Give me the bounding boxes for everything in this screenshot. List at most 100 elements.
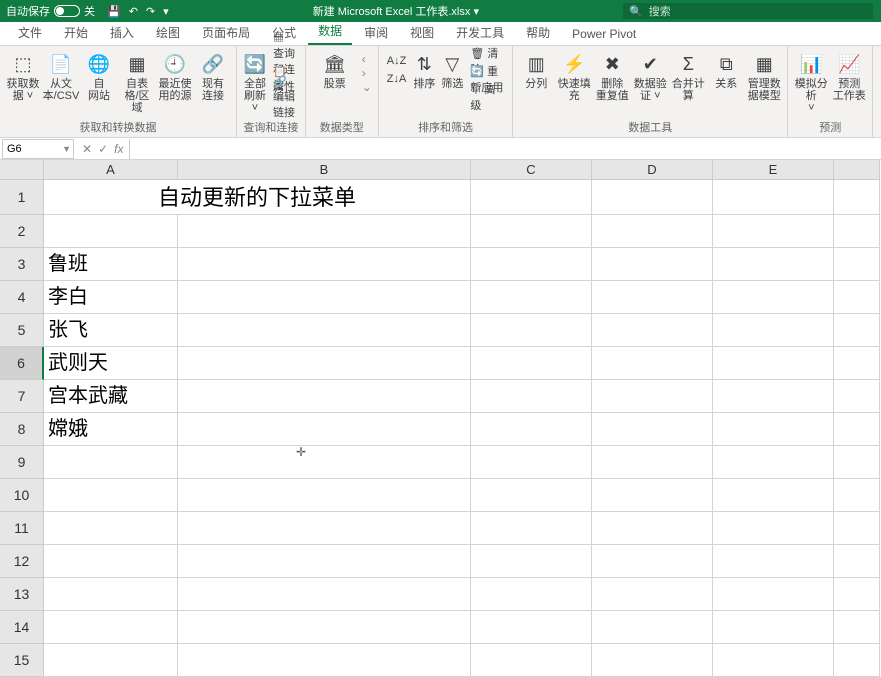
row-header[interactable]: 11 (0, 512, 44, 545)
cell[interactable] (592, 347, 713, 380)
row-header[interactable]: 7 (0, 380, 44, 413)
cell[interactable] (178, 347, 471, 380)
row-header[interactable]: 5 (0, 314, 44, 347)
cell[interactable] (178, 611, 471, 644)
datatool-btn-6[interactable]: ▦管理数据模型 (747, 48, 781, 102)
cell[interactable] (471, 215, 592, 248)
cell[interactable] (713, 479, 834, 512)
cell[interactable]: 宫本武藏 (44, 380, 178, 413)
cell[interactable] (713, 248, 834, 281)
col-header[interactable]: E (713, 160, 834, 180)
tab-开始[interactable]: 开始 (54, 20, 98, 45)
spreadsheet-grid[interactable]: A B C D E 1自动更新的下拉菜单23鲁班4李白5张飞6武则天7宫本武藏8… (0, 160, 881, 677)
cell[interactable] (592, 479, 713, 512)
cell[interactable] (834, 479, 880, 512)
select-all-corner[interactable] (0, 160, 44, 180)
cell[interactable] (834, 180, 880, 215)
cell[interactable] (44, 512, 178, 545)
get-data-btn-1[interactable]: 📄从文本/CSV (44, 48, 78, 102)
cell[interactable] (471, 512, 592, 545)
cell[interactable] (471, 314, 592, 347)
cell[interactable] (592, 215, 713, 248)
sort-button[interactable]: ⇅ 排序 (412, 48, 436, 90)
fx-icon[interactable]: fx (114, 142, 123, 156)
cell[interactable] (713, 512, 834, 545)
cell[interactable] (44, 545, 178, 578)
row-header[interactable]: 1 (0, 180, 44, 215)
cell[interactable] (44, 446, 178, 479)
cell[interactable] (178, 215, 471, 248)
datatool-btn-0[interactable]: ▥分列 (519, 48, 553, 90)
datatool-btn-2[interactable]: ✖删除重复值 (595, 48, 629, 102)
cell[interactable]: 张飞 (44, 314, 178, 347)
row-header[interactable]: 10 (0, 479, 44, 512)
cell[interactable] (713, 413, 834, 446)
cell[interactable] (834, 545, 880, 578)
cell[interactable] (178, 314, 471, 347)
filter-button[interactable]: ▽ 筛选 (440, 48, 464, 90)
col-header[interactable]: B (178, 160, 471, 180)
row-header[interactable]: 8 (0, 413, 44, 446)
cell[interactable] (834, 314, 880, 347)
cell[interactable] (44, 611, 178, 644)
tab-开发工具[interactable]: 开发工具 (446, 20, 514, 45)
cell[interactable] (834, 512, 880, 545)
cell[interactable] (834, 446, 880, 479)
filter-option-2[interactable]: ▽ 高级 (468, 88, 506, 106)
chevron-down-icon[interactable]: ▼ (62, 144, 71, 154)
tab-帮助[interactable]: 帮助 (516, 20, 560, 45)
row-header[interactable]: 4 (0, 281, 44, 314)
formula-input[interactable] (129, 139, 881, 159)
col-header[interactable] (834, 160, 880, 180)
datatool-btn-5[interactable]: ⧉关系 (709, 48, 743, 90)
cell[interactable] (471, 446, 592, 479)
cell[interactable] (713, 611, 834, 644)
cell[interactable] (592, 512, 713, 545)
cell[interactable] (592, 413, 713, 446)
sort-asc-button[interactable]: A↓Z (385, 52, 409, 70)
stocks-button[interactable]: 🏛 股票 (312, 48, 358, 90)
cell[interactable] (44, 578, 178, 611)
row-header[interactable]: 12 (0, 545, 44, 578)
cell[interactable] (592, 180, 713, 215)
cell[interactable] (713, 380, 834, 413)
tab-页面布局[interactable]: 页面布局 (192, 20, 260, 45)
undo-icon[interactable]: ↶ (129, 5, 138, 18)
queries-item-2[interactable]: 🔗 编辑链接 (271, 88, 299, 106)
cell[interactable] (713, 578, 834, 611)
cell[interactable] (834, 413, 880, 446)
col-header[interactable]: C (471, 160, 592, 180)
expand-icon[interactable]: ⌄ (362, 80, 372, 94)
refresh-all-button[interactable]: 🔄 全部刷新 ˅ (243, 48, 267, 114)
cell[interactable] (178, 248, 471, 281)
cell[interactable] (834, 215, 880, 248)
enter-icon[interactable]: ✓ (98, 142, 108, 156)
cell[interactable] (471, 413, 592, 446)
cell[interactable]: 武则天 (44, 347, 178, 380)
cell[interactable] (178, 281, 471, 314)
forecast-btn-1[interactable]: 📈预测工作表 (832, 48, 866, 102)
cell[interactable]: 嫦娥 (44, 413, 178, 446)
get-data-btn-2[interactable]: 🌐自网站 (82, 48, 116, 102)
cell[interactable] (592, 545, 713, 578)
row-header[interactable]: 9 (0, 446, 44, 479)
autosave-toggle[interactable]: 自动保存 关 (0, 3, 101, 19)
redo-icon[interactable]: ↷ (146, 5, 155, 18)
cell[interactable] (471, 347, 592, 380)
cell[interactable] (592, 611, 713, 644)
cell[interactable] (713, 215, 834, 248)
cell[interactable] (592, 446, 713, 479)
cell[interactable] (713, 347, 834, 380)
cell[interactable] (713, 281, 834, 314)
cell[interactable] (592, 314, 713, 347)
row-header[interactable]: 6 (0, 347, 44, 380)
forecast-btn-0[interactable]: 📊模拟分析˅ (794, 48, 828, 114)
tab-插入[interactable]: 插入 (100, 20, 144, 45)
cell[interactable]: 李白 (44, 281, 178, 314)
cell[interactable] (592, 578, 713, 611)
cell[interactable] (834, 611, 880, 644)
tab-绘图[interactable]: 绘图 (146, 20, 190, 45)
cell[interactable] (834, 380, 880, 413)
cell[interactable] (471, 611, 592, 644)
chevron-right-icon[interactable]: › (362, 66, 372, 80)
